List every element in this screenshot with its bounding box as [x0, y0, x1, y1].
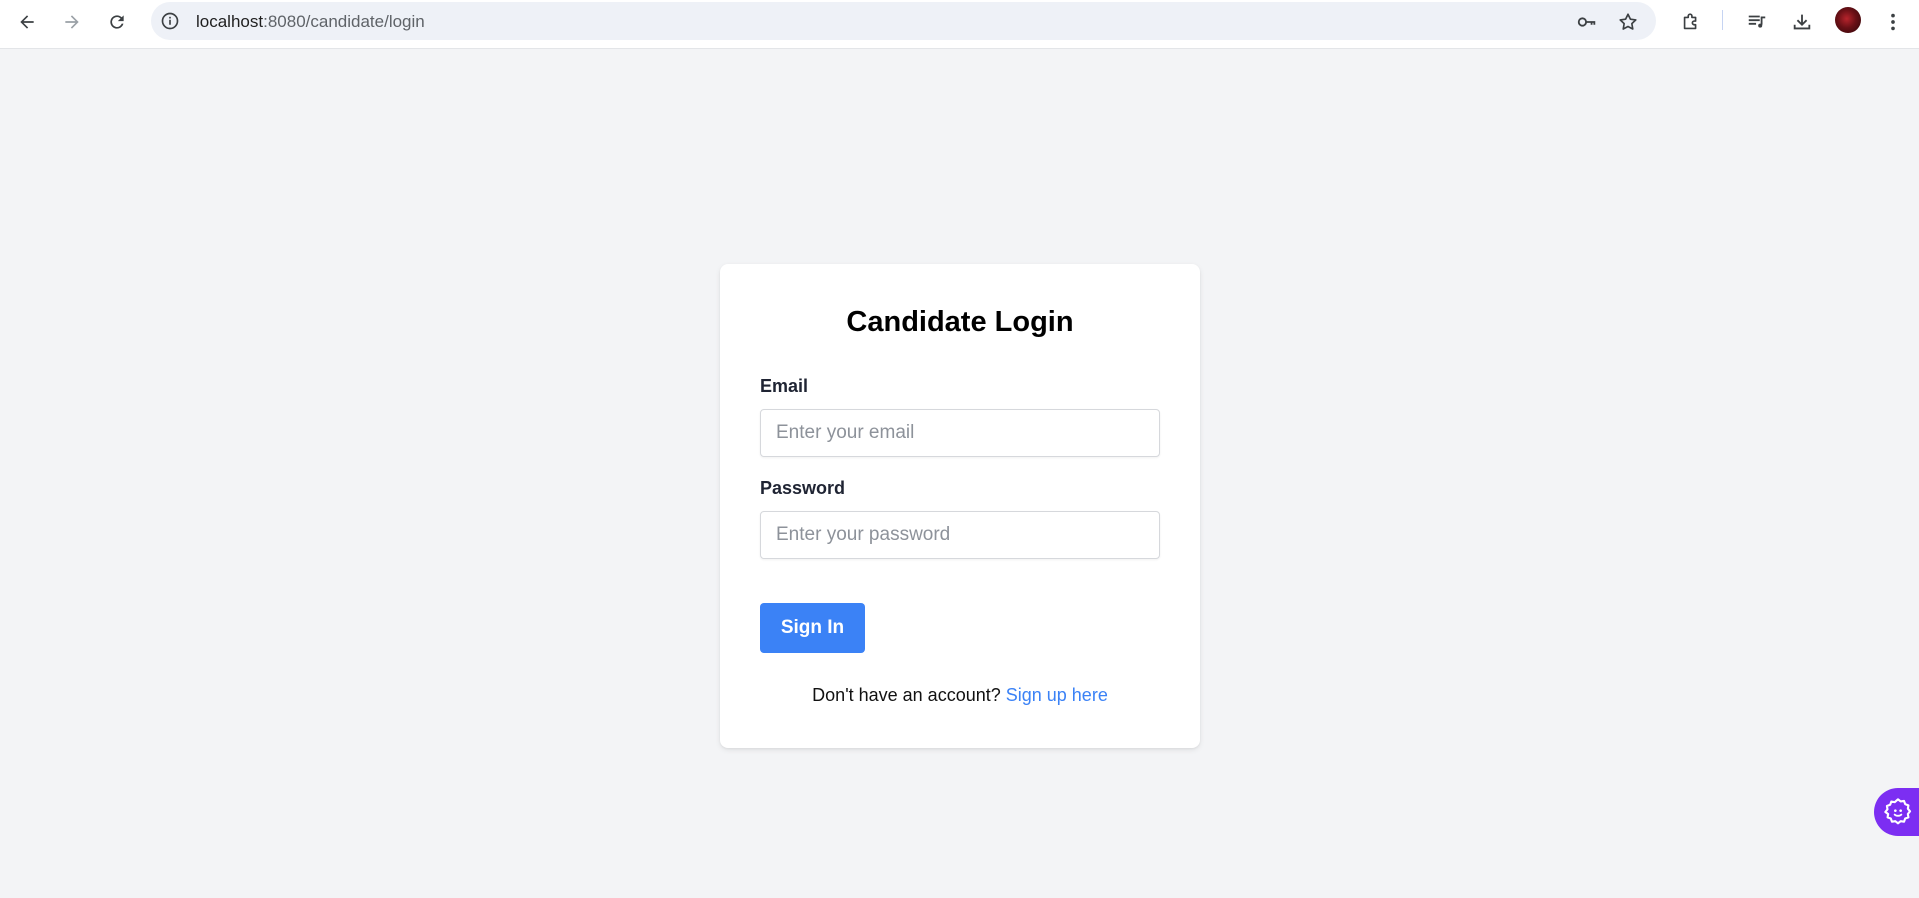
password-field[interactable] — [760, 511, 1160, 559]
signup-prompt: Don't have an account? — [812, 685, 1006, 705]
password-manager-button[interactable] — [1576, 11, 1598, 33]
url-text: localhost:8080/candidate/login — [196, 12, 425, 32]
browser-toolbar: localhost:8080/candidate/login — [0, 0, 1919, 49]
reload-icon — [110, 15, 124, 29]
page-title: Candidate Login — [846, 306, 1074, 338]
reload-button[interactable] — [101, 6, 133, 38]
password-label: Password — [760, 478, 846, 498]
forward-arrow-icon — [65, 15, 79, 29]
url-path: :8080/candidate/login — [263, 12, 425, 31]
site-info-button[interactable] — [160, 11, 180, 31]
extensions-icon — [1683, 13, 1697, 30]
bookmark-button[interactable] — [1617, 11, 1639, 33]
forward-button[interactable] — [56, 6, 88, 38]
address-bar[interactable]: localhost:8080/candidate/login — [151, 2, 1656, 40]
media-control-button[interactable] — [1741, 6, 1773, 38]
browser-menu-button[interactable] — [1877, 6, 1909, 38]
sign-in-button[interactable]: Sign In — [760, 603, 865, 653]
back-arrow-icon — [20, 15, 34, 29]
bookmark-star-icon — [1619, 13, 1637, 30]
signup-row: Don't have an account? Sign up here — [720, 685, 1200, 706]
media-queue-icon — [1748, 15, 1766, 28]
password-key-icon — [1577, 17, 1596, 27]
email-label: Email — [760, 376, 809, 396]
toolbar-separator — [1722, 10, 1723, 30]
login-card: Candidate Login Email Password Sign In D… — [720, 264, 1200, 748]
url-host: localhost — [196, 12, 264, 31]
floating-assistant-button[interactable] — [1874, 788, 1919, 836]
signup-link[interactable]: Sign up here — [1006, 685, 1108, 705]
back-button[interactable] — [11, 6, 43, 38]
email-field[interactable] — [760, 409, 1160, 457]
more-vert-icon — [1891, 13, 1895, 31]
settings-gear-icon — [1884, 798, 1912, 825]
site-info-icon — [161, 12, 179, 30]
downloads-button[interactable] — [1786, 6, 1818, 38]
extensions-button[interactable] — [1675, 6, 1707, 38]
download-icon — [1793, 14, 1811, 30]
profile-avatar[interactable] — [1835, 7, 1861, 33]
